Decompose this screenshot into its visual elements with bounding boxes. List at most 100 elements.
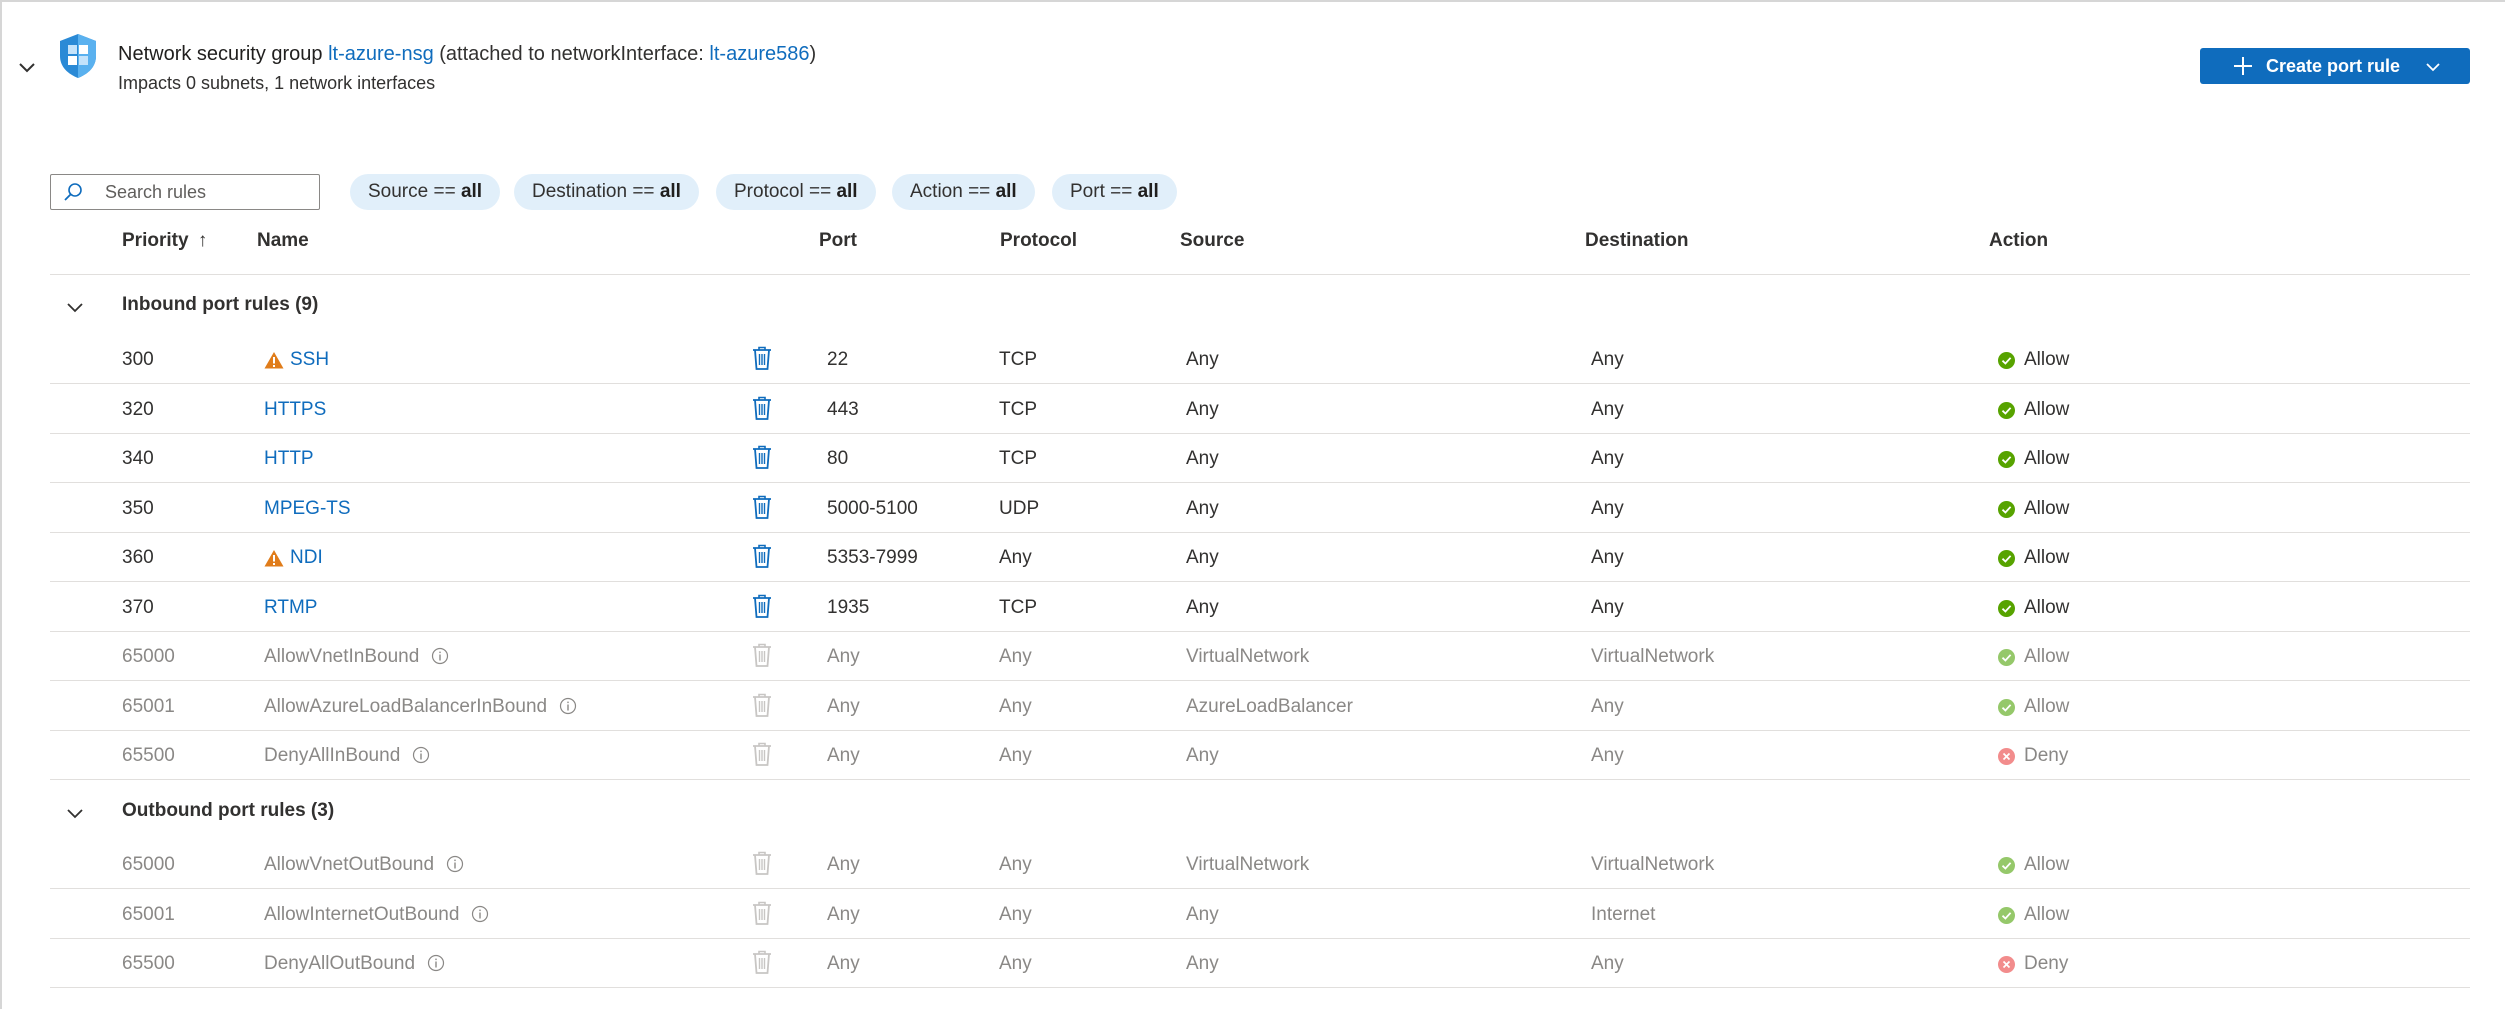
table-row[interactable]: 370 RTMP 1935 TCP Any Any Allow: [50, 583, 2470, 632]
collapse-chevron-icon[interactable]: [14, 54, 40, 80]
port-cell: Any: [827, 953, 860, 974]
allow-check-icon: [1998, 500, 2015, 518]
filter-value: all: [995, 181, 1017, 202]
action-cell: Allow: [2024, 854, 2070, 875]
table-row[interactable]: 65001 AllowAzureLoadBalancerInBound Any Any…: [50, 682, 2470, 731]
column-header-name[interactable]: Name: [257, 230, 309, 252]
filter-source-pill[interactable]: Source == all: [350, 174, 501, 210]
info-icon[interactable]: [471, 905, 489, 923]
action-cell: Allow: [2024, 695, 2070, 717]
protocol-cell: TCP: [999, 448, 1037, 469]
outbound-collapse-chevron-icon[interactable]: [64, 802, 86, 824]
search-icon: [64, 183, 82, 201]
protocol-cell: Any: [999, 547, 1032, 568]
source-cell: Any: [1186, 398, 1219, 420]
port-cell: 443: [827, 398, 859, 420]
allow-check-icon: [1998, 599, 2015, 617]
priority-header-label: Priority: [122, 230, 189, 251]
rule-name-link[interactable]: SSH: [290, 349, 329, 371]
page-title: Network security group lt-azure-nsg (att…: [118, 40, 816, 68]
trash-icon: [753, 495, 771, 519]
table-row[interactable]: 320 HTTPS 443 TCP Any Any Allow: [50, 385, 2470, 434]
delete-rule-icon[interactable]: [750, 395, 774, 421]
trash-icon: [753, 544, 771, 568]
column-header-source[interactable]: Source: [1180, 230, 1244, 252]
port-cell: 80: [827, 448, 849, 469]
rule-name-link[interactable]: AllowVnetOutBound: [264, 854, 464, 876]
rule-name-link[interactable]: AllowInternetOutBound: [264, 904, 489, 926]
rule-name-link[interactable]: HTTP: [264, 448, 314, 470]
search-rules-input[interactable]: Search rules: [50, 174, 320, 210]
table-row[interactable]: 340 HTTP 80 TCP Any Any Allow: [50, 434, 2470, 483]
table-row[interactable]: 65001 AllowInternetOutBound Any Any Any Inter…: [50, 890, 2470, 939]
priority-cell: 350: [122, 497, 154, 519]
title-prefix: Network security group: [118, 43, 323, 65]
delete-rule-icon[interactable]: [750, 543, 774, 569]
rule-name-link[interactable]: DenyAllOutBound: [264, 953, 445, 975]
filter-action-pill[interactable]: Action == all: [892, 174, 1035, 210]
table-row[interactable]: 65000 AllowVnetOutBound Any Any VirtualNetwo…: [50, 840, 2470, 889]
column-header-destination[interactable]: Destination: [1585, 230, 1688, 252]
trash-icon: [753, 396, 771, 420]
allow-check-icon: [1998, 906, 2015, 924]
deny-x-icon: [1998, 956, 2015, 973]
filter-value: all: [460, 181, 483, 202]
filter-value: all: [659, 181, 681, 202]
attached-text: (attached to networkInterface:: [439, 43, 704, 65]
column-header-protocol[interactable]: Protocol: [1000, 230, 1077, 252]
info-icon[interactable]: [446, 855, 464, 873]
action-cell: Allow: [2024, 596, 2070, 618]
rule-name-link[interactable]: NDI: [290, 547, 323, 569]
rule-name-link[interactable]: DenyAllInBound: [264, 745, 430, 767]
filter-protocol-pill[interactable]: Protocol == all: [716, 174, 876, 210]
action-cell: Allow: [2024, 497, 2070, 519]
table-row[interactable]: 65500 DenyAllOutBound Any Any Any Any Deny: [50, 939, 2470, 988]
port-cell: 1935: [827, 596, 870, 618]
filter-key: Destination ==: [532, 181, 655, 202]
filter-value: all: [836, 181, 858, 202]
delete-rule-icon[interactable]: [750, 444, 774, 470]
column-header-action[interactable]: Action: [1989, 230, 2048, 252]
table-row[interactable]: 350 MPEG-TS 5000-5100 UDP Any Any Allow: [50, 484, 2470, 533]
table-row[interactable]: 360 NDI 5353-7999 Any Any Any Allow: [50, 533, 2470, 582]
destination-cell: Any: [1591, 745, 1624, 766]
info-icon[interactable]: [427, 954, 445, 972]
rule-name-link[interactable]: AllowVnetInBound: [264, 646, 449, 668]
shield-icon: [60, 34, 96, 78]
info-icon[interactable]: [412, 746, 430, 764]
delete-rule-icon: [750, 900, 774, 926]
nsg-name-link[interactable]: lt-azure-nsg: [328, 43, 434, 65]
filter-port-pill[interactable]: Port == all: [1052, 174, 1177, 210]
rule-name-text: MPEG-TS: [264, 497, 351, 519]
action-cell: Allow: [2024, 646, 2070, 667]
rule-name-text: HTTP: [264, 448, 314, 469]
delete-rule-icon: [750, 741, 774, 767]
delete-rule-icon[interactable]: [750, 345, 774, 371]
filter-destination-pill[interactable]: Destination == all: [514, 174, 699, 210]
rule-name-link[interactable]: HTTPS: [264, 399, 326, 421]
rule-name-link[interactable]: AllowAzureLoadBalancerInBound: [264, 696, 577, 718]
delete-rule-icon[interactable]: [750, 593, 774, 619]
port-cell: 22: [827, 349, 849, 370]
column-header-port[interactable]: Port: [819, 230, 857, 252]
rule-name-link[interactable]: RTMP: [264, 597, 317, 619]
protocol-cell: Any: [999, 953, 1032, 974]
source-cell: Any: [1186, 953, 1219, 974]
action-cell: Allow: [2024, 547, 2070, 568]
info-icon[interactable]: [431, 647, 449, 665]
table-row[interactable]: 65500 DenyAllInBound Any Any Any Any Deny: [50, 731, 2470, 780]
delete-rule-icon[interactable]: [750, 494, 774, 520]
source-cell: VirtualNetwork: [1186, 854, 1310, 875]
info-icon[interactable]: [559, 697, 577, 715]
column-header-priority[interactable]: Priority ↑: [122, 230, 207, 252]
source-cell: Any: [1186, 497, 1219, 519]
inbound-collapse-chevron-icon[interactable]: [64, 296, 86, 318]
create-port-rule-button[interactable]: Create port rule: [2200, 48, 2470, 84]
rule-name-text: DenyAllInBound: [264, 745, 401, 766]
table-row[interactable]: 300 SSH 22 TCP Any Any Allow: [50, 335, 2470, 384]
table-row[interactable]: 65000 AllowVnetInBound Any Any VirtualNetwor…: [50, 632, 2470, 681]
rule-name-link[interactable]: MPEG-TS: [264, 498, 351, 520]
source-cell: Any: [1186, 745, 1219, 766]
nic-name-link[interactable]: lt-azure586: [709, 43, 809, 65]
trash-icon: [753, 445, 771, 469]
